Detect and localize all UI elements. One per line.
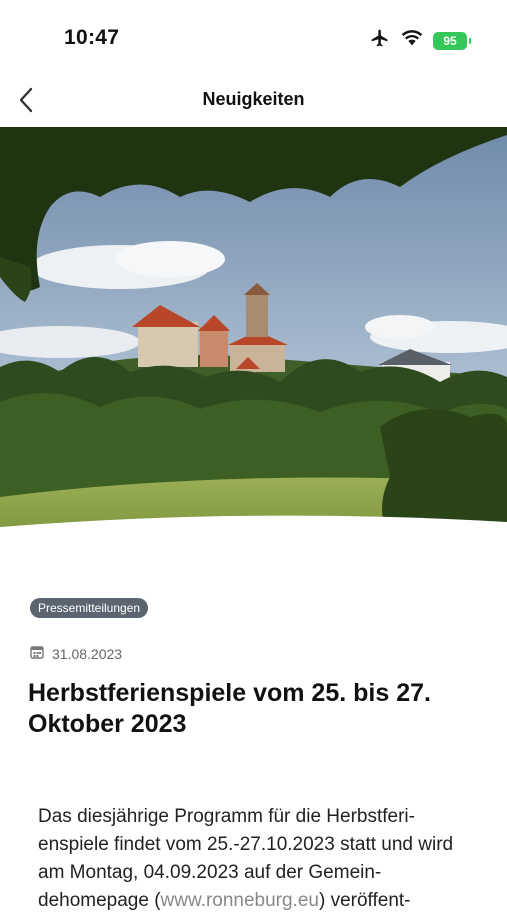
- article-link[interactable]: www.ronneburg.eu: [161, 890, 319, 911]
- article-body-text-end: ) veröffent-: [318, 890, 411, 911]
- status-bar: 10:47 95: [0, 0, 507, 78]
- battery-indicator: 95: [433, 31, 471, 50]
- page-title: Neuigkeiten: [202, 89, 305, 109]
- category-badge[interactable]: Pressemitteilungen: [30, 598, 149, 618]
- article-body: Das diesjährige Programm für die Herbstf…: [38, 803, 478, 915]
- article-title: Herbstferienspiele vom 25. bis 27. Oktob…: [28, 679, 431, 738]
- status-icons: 95: [369, 28, 471, 53]
- article-hero-image: [0, 127, 507, 567]
- airplane-icon: [369, 28, 391, 53]
- status-time: 10:47: [64, 26, 120, 49]
- navigation-bar: Neuigkeiten: [0, 78, 507, 122]
- wifi-icon: [401, 29, 423, 52]
- article-date-row: 31.08.2023: [30, 645, 122, 662]
- article-date: 31.08.2023: [52, 645, 123, 662]
- calendar-icon: [30, 645, 44, 662]
